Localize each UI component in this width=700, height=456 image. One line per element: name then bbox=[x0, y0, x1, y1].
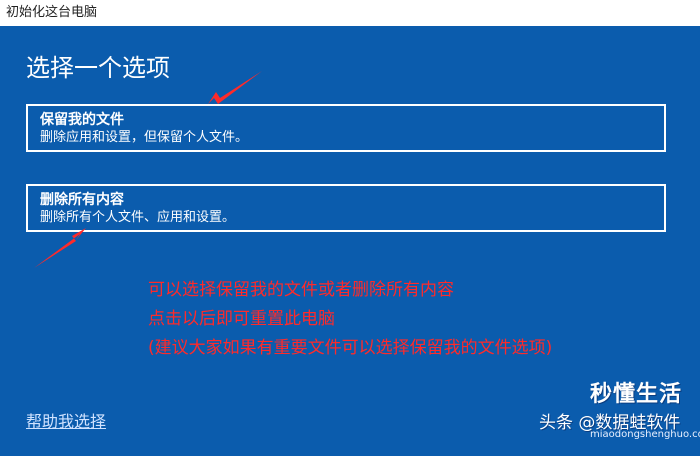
watermark-url: miaodongshenghuo.com bbox=[590, 429, 700, 440]
watermark-brand: 秒懂生活 bbox=[590, 382, 683, 407]
arrow-to-keep-option bbox=[208, 71, 262, 104]
arrow-to-remove-option bbox=[34, 228, 86, 268]
